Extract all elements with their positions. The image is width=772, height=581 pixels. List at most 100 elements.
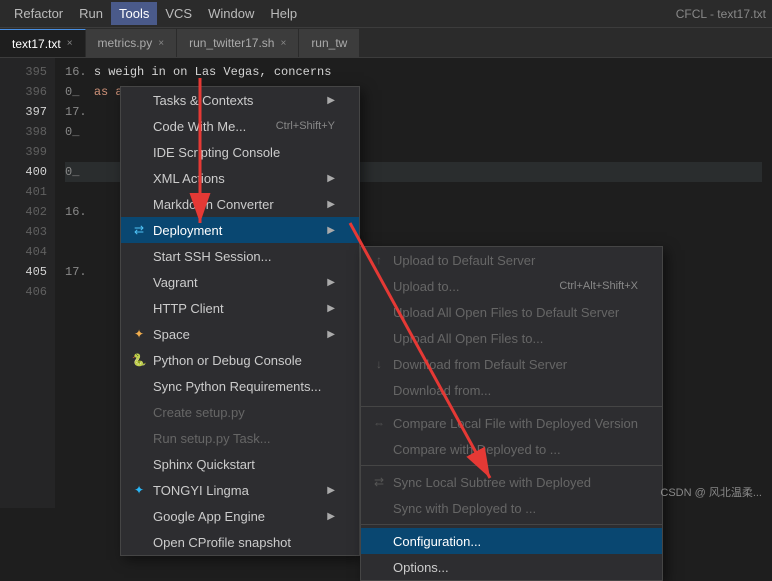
menu-label: Python or Debug Console <box>153 353 302 368</box>
menu-code-with-me[interactable]: Code With Me... Ctrl+Shift+Y <box>121 113 359 139</box>
menu-vagrant[interactable]: Vagrant ▶ <box>121 269 359 295</box>
upload-all-to-icon <box>371 330 387 346</box>
tab-label: metrics.py <box>98 36 153 50</box>
menu-markdown[interactable]: Markdown Converter ▶ <box>121 191 359 217</box>
menu-tools[interactable]: Tools <box>111 2 157 25</box>
menu-label: Sync Python Requirements... <box>153 379 321 394</box>
menu-label: Markdown Converter <box>153 197 274 212</box>
sync-local-icon: ⇄ <box>371 474 387 490</box>
vagrant-icon <box>131 274 147 290</box>
line-num-396: 396 <box>0 82 47 102</box>
tab-run-tw[interactable]: run_tw <box>299 29 360 57</box>
tab-run-twitter[interactable]: run_twitter17.sh × <box>177 29 299 57</box>
arrow-icon: ▶ <box>327 511 335 522</box>
sync-deployed-icon <box>371 500 387 516</box>
menu-label: Sync Local Subtree with Deployed <box>393 475 591 490</box>
menu-cprofile[interactable]: Open CProfile snapshot <box>121 529 359 555</box>
menu-label: Upload to Default Server <box>393 253 535 268</box>
menu-label: Google App Engine <box>153 509 265 524</box>
arrow-icon: ▶ <box>327 225 335 236</box>
menu-label: Start SSH Session... <box>153 249 272 264</box>
arrow-icon: ▶ <box>327 173 335 184</box>
menu-label: HTTP Client <box>153 301 224 316</box>
menu-tasks-contexts[interactable]: Tasks & Contexts ▶ <box>121 87 359 113</box>
shortcut-label: Ctrl+Shift+Y <box>276 120 335 132</box>
arrow-icon: ▶ <box>327 485 335 496</box>
menu-tongyi[interactable]: ✦ TONGYI Lingma ▶ <box>121 477 359 503</box>
tasks-icon <box>131 92 147 108</box>
menu-http-client[interactable]: HTTP Client ▶ <box>121 295 359 321</box>
menu-sync-python[interactable]: Sync Python Requirements... <box>121 373 359 399</box>
menu-label: Deployment <box>153 223 222 238</box>
menu-ssh[interactable]: Start SSH Session... <box>121 243 359 269</box>
arrow-icon: ▶ <box>327 329 335 340</box>
compare-deployed-icon <box>371 441 387 457</box>
menu-label: Space <box>153 327 190 342</box>
line-num-395: 395 <box>0 62 47 82</box>
menu-window[interactable]: Window <box>200 2 262 25</box>
menu-label: Open CProfile snapshot <box>153 535 291 550</box>
line-num-405: 405 <box>0 262 47 282</box>
menu-label: Tasks & Contexts <box>153 93 253 108</box>
menu-upload-to: Upload to... Ctrl+Alt+Shift+X <box>361 273 662 299</box>
window-title: CFCL - text17.txt <box>676 7 766 21</box>
line-num-399: 399 <box>0 142 47 162</box>
arrow-icon: ▶ <box>327 277 335 288</box>
menu-run[interactable]: Run <box>71 2 111 25</box>
menu-ide-scripting[interactable]: IDE Scripting Console <box>121 139 359 165</box>
menu-label: Upload All Open Files to Default Server <box>393 305 619 320</box>
download-icon: ↓ <box>371 356 387 372</box>
menu-label: Compare with Deployed to ... <box>393 442 561 457</box>
menu-configuration[interactable]: Configuration... <box>361 528 662 554</box>
menu-options[interactable]: Options... <box>361 554 662 580</box>
arrow-icon: ▶ <box>327 95 335 106</box>
menu-sphinx[interactable]: Sphinx Quickstart <box>121 451 359 477</box>
menu-label: Download from Default Server <box>393 357 567 372</box>
arrow-icon: ▶ <box>327 303 335 314</box>
python-icon: 🐍 <box>131 352 147 368</box>
compare-icon: ⇔ <box>371 415 387 431</box>
google-icon <box>131 508 147 524</box>
ide-icon <box>131 144 147 160</box>
shortcut-label: Ctrl+Alt+Shift+X <box>559 280 638 292</box>
tab-close[interactable]: × <box>67 38 73 49</box>
menu-deployment[interactable]: ⇄ Deployment ▶ <box>121 217 359 243</box>
menu-label: Run setup.py Task... <box>153 431 271 446</box>
menu-space[interactable]: ✦ Space ▶ <box>121 321 359 347</box>
upload-all-icon <box>371 304 387 320</box>
sphinx-icon <box>131 456 147 472</box>
deployment-submenu[interactable]: ↑ Upload to Default Server Upload to... … <box>360 246 663 581</box>
line-num-402: 402 <box>0 202 47 222</box>
menu-label: Sync with Deployed to ... <box>393 501 536 516</box>
upload-icon: ↑ <box>371 252 387 268</box>
menu-label: Options... <box>393 560 449 575</box>
tab-close[interactable]: × <box>158 38 164 49</box>
menu-label: Upload All Open Files to... <box>393 331 543 346</box>
separator-3 <box>361 524 662 525</box>
tab-close[interactable]: × <box>280 38 286 49</box>
menu-help[interactable]: Help <box>262 2 305 25</box>
menu-label: Sphinx Quickstart <box>153 457 255 472</box>
markdown-icon <box>131 196 147 212</box>
menu-xml-actions[interactable]: XML Actions ▶ <box>121 165 359 191</box>
menu-run-setup: Run setup.py Task... <box>121 425 359 451</box>
sync-icon <box>131 378 147 394</box>
line-num-406: 406 <box>0 282 47 302</box>
tab-text17[interactable]: text17.txt × <box>0 29 86 57</box>
separator-2 <box>361 465 662 466</box>
menu-label: Download from... <box>393 383 491 398</box>
menu-vcs[interactable]: VCS <box>157 2 200 25</box>
menu-python-console[interactable]: 🐍 Python or Debug Console <box>121 347 359 373</box>
menu-label: Code With Me... <box>153 119 246 134</box>
separator-1 <box>361 406 662 407</box>
menu-sync-deployed: Sync with Deployed to ... <box>361 495 662 521</box>
menu-google-app[interactable]: Google App Engine ▶ <box>121 503 359 529</box>
menu-label: TONGYI Lingma <box>153 483 249 498</box>
menu-refactor[interactable]: Refactor <box>6 2 71 25</box>
options-icon <box>371 559 387 575</box>
tools-dropdown-menu[interactable]: Tasks & Contexts ▶ Code With Me... Ctrl+… <box>120 86 360 556</box>
menu-label: Create setup.py <box>153 405 245 420</box>
line-num-400: 400 <box>0 162 47 182</box>
tab-metrics[interactable]: metrics.py × <box>86 29 178 57</box>
line-num-403: 403 <box>0 222 47 242</box>
